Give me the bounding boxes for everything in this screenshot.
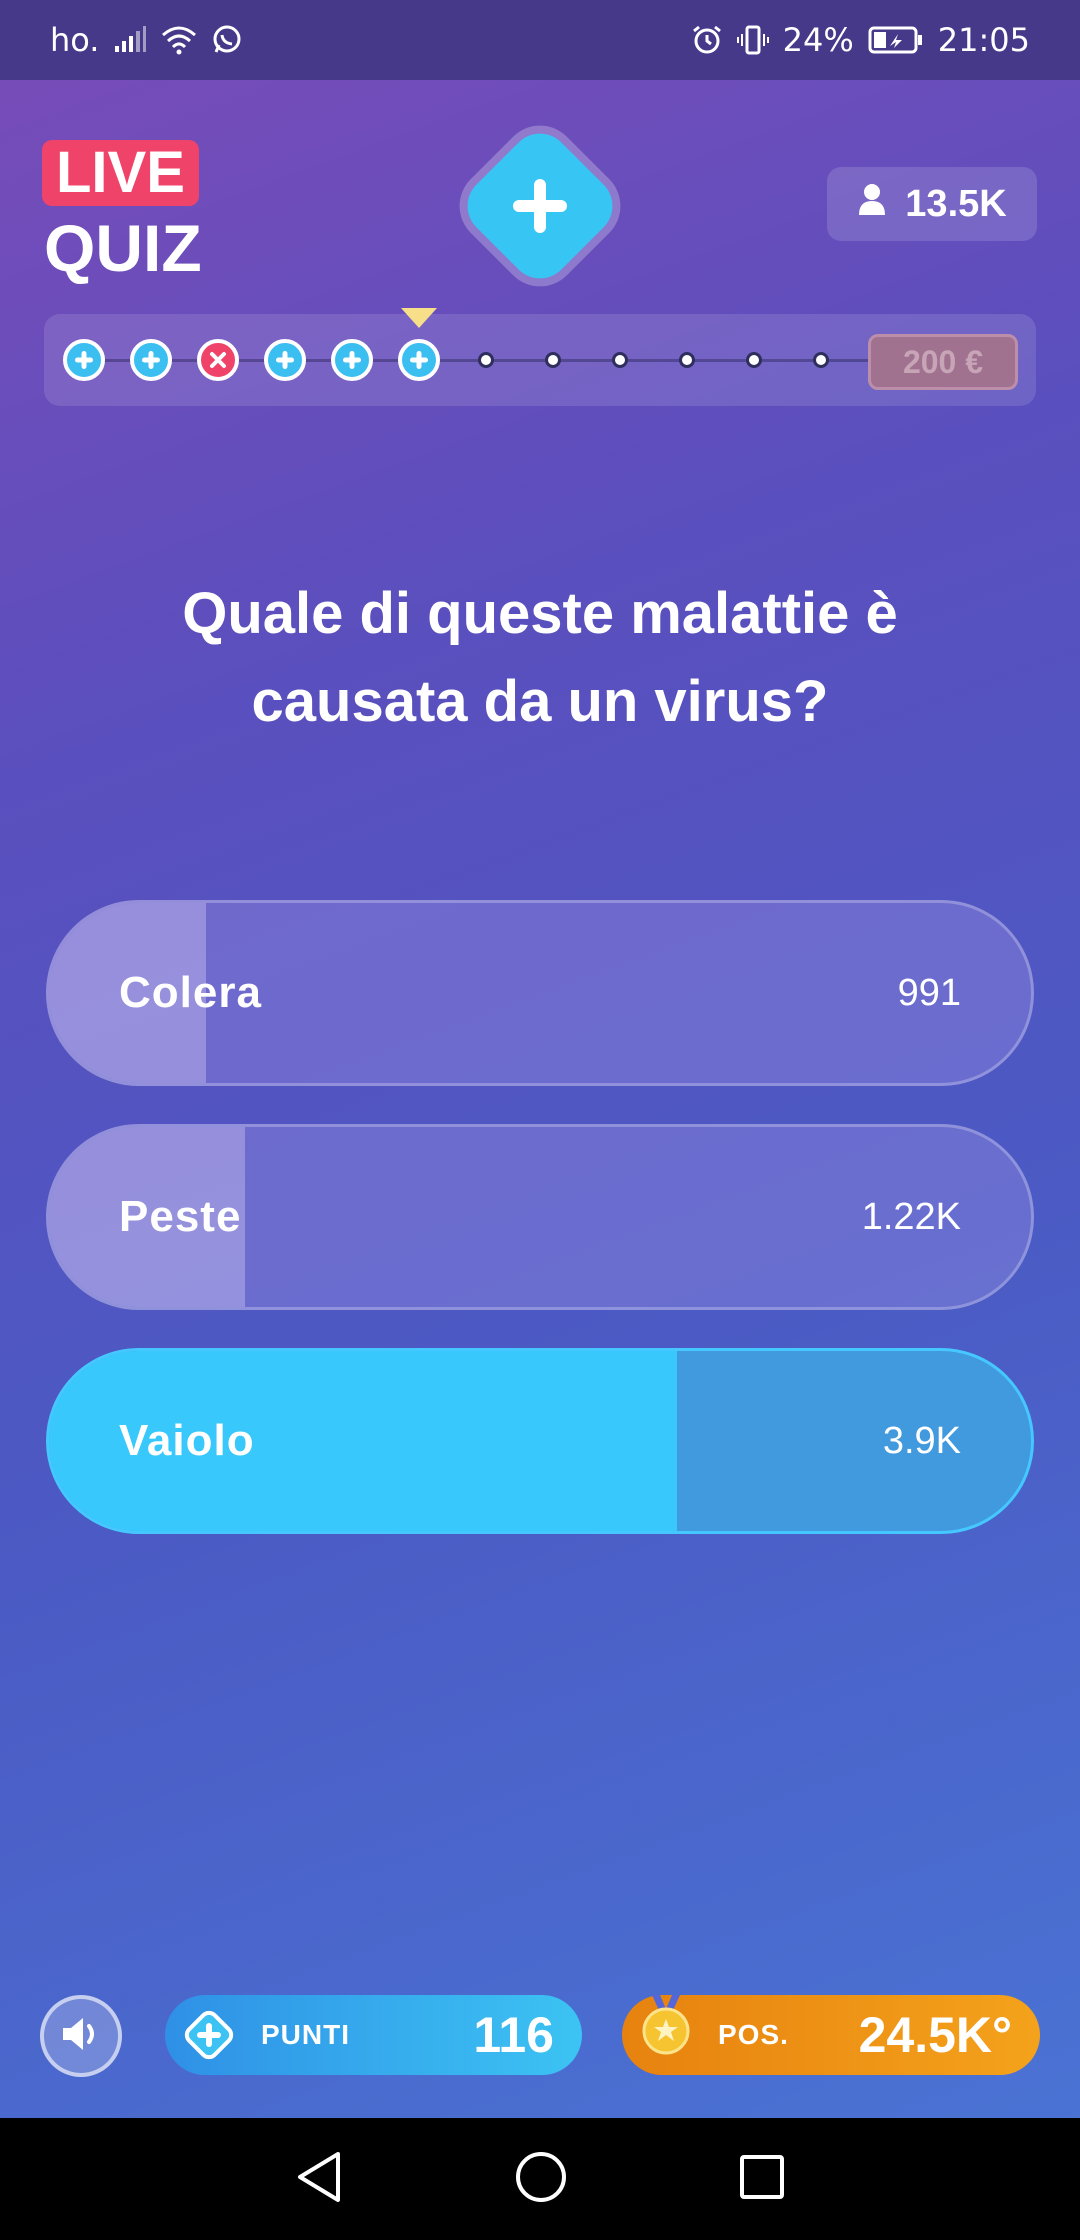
answer-option-peste[interactable]: Peste 1.22K xyxy=(46,1124,1034,1310)
answer-label: Colera xyxy=(119,968,262,1017)
sound-toggle-button[interactable] xyxy=(40,1995,122,2077)
progress-step-pending xyxy=(679,352,695,368)
logo-quiz-text: QUIZ xyxy=(44,211,202,285)
prize-badge: 200 € xyxy=(868,334,1018,390)
battery-icon xyxy=(868,26,924,54)
position-label: POS. xyxy=(718,2019,789,2050)
progress-step-correct xyxy=(63,339,105,381)
answer-label: Peste xyxy=(119,1192,242,1241)
cross-icon xyxy=(197,339,239,381)
progress-step-pending xyxy=(612,352,628,368)
current-question-marker xyxy=(401,308,437,328)
answer-count: 991 xyxy=(897,971,961,1014)
live-quiz-logo: LIVE QUIZ xyxy=(42,138,212,285)
plus-icon xyxy=(130,339,172,381)
progress-step-pending xyxy=(545,352,561,368)
question-text: Quale di queste malattie è causata da un… xyxy=(80,570,1000,746)
plus-icon xyxy=(480,146,600,266)
question-line-2: causata da un virus? xyxy=(251,669,829,734)
status-bar: ho. 24% 21:05 xyxy=(0,0,1080,80)
progress-step-correct xyxy=(130,339,172,381)
medal-icon xyxy=(638,1995,694,2063)
progress-step-correct xyxy=(398,339,440,381)
vibrate-icon xyxy=(736,24,769,56)
position-pill: POS. 24.5K° xyxy=(622,1995,1040,2075)
answer-option-colera[interactable]: Colera 991 xyxy=(46,900,1034,1086)
plus-icon xyxy=(331,339,373,381)
viewers-counter: 13.5K xyxy=(827,167,1037,241)
user-icon xyxy=(857,182,887,226)
clock: 21:05 xyxy=(937,21,1030,59)
answer-option-vaiolo[interactable]: Vaiolo 3.9K xyxy=(46,1348,1034,1534)
progress-step-correct xyxy=(331,339,373,381)
alarm-icon xyxy=(691,24,723,56)
plus-icon xyxy=(398,339,440,381)
question-progress: 200 € xyxy=(44,308,1036,406)
progress-step-wrong xyxy=(197,339,239,381)
position-value: 24.5K° xyxy=(858,2007,1012,2063)
progress-step-correct xyxy=(264,339,306,381)
answer-count: 1.22K xyxy=(861,1195,961,1238)
points-label: PUNTI xyxy=(261,2019,350,2050)
plus-icon xyxy=(63,339,105,381)
points-pill: PUNTI 116 xyxy=(165,1995,582,2075)
logo-live-text: LIVE xyxy=(42,140,199,206)
viewers-count: 13.5K xyxy=(905,182,1007,225)
progress-step-pending xyxy=(813,352,829,368)
system-nav-bar xyxy=(0,2118,1080,2240)
answer-label: Vaiolo xyxy=(119,1416,255,1465)
answer-count: 3.9K xyxy=(882,1419,961,1462)
carrier-label: ho. xyxy=(50,21,100,59)
battery-percent: 24% xyxy=(782,21,854,59)
diamond-plus-icon xyxy=(181,2007,237,2063)
signal-icon xyxy=(113,26,147,54)
question-line-1: Quale di queste malattie è xyxy=(182,581,898,646)
wifi-icon xyxy=(161,25,197,55)
whatsapp-icon xyxy=(211,24,243,56)
back-icon[interactable] xyxy=(294,2150,344,2208)
plus-icon xyxy=(264,339,306,381)
speaker-icon xyxy=(59,2014,103,2058)
recents-icon[interactable] xyxy=(738,2153,786,2205)
home-icon[interactable] xyxy=(514,2150,568,2208)
progress-step-pending xyxy=(746,352,762,368)
progress-step-pending xyxy=(478,352,494,368)
points-value: 116 xyxy=(473,2007,554,2063)
